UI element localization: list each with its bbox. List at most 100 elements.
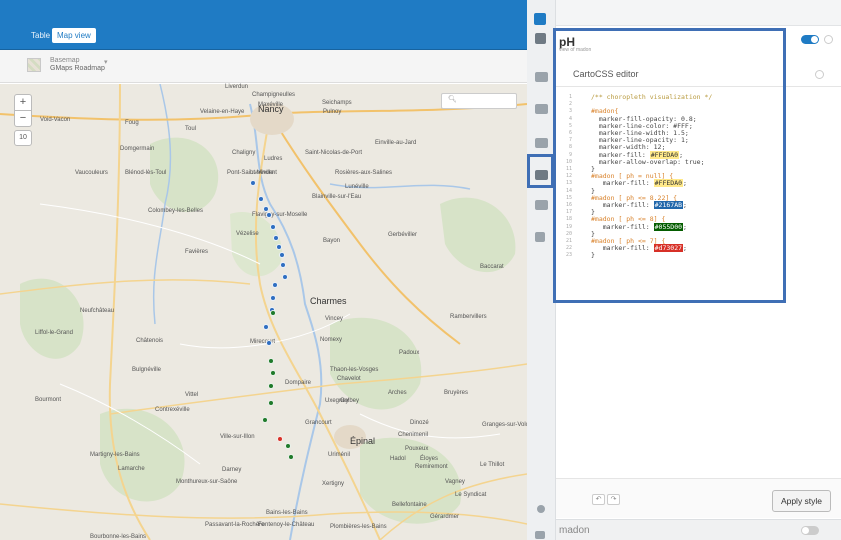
town-label: Foug bbox=[125, 120, 139, 126]
line-number: 4 bbox=[568, 115, 572, 122]
line-number: 10 bbox=[565, 158, 572, 165]
town-label: Blainville-sur-l'Eau bbox=[312, 194, 362, 200]
town-label: Gérardmer bbox=[430, 514, 460, 520]
town-label: Ludres bbox=[264, 156, 283, 162]
code-line: 22 marker-fill: #d73027; bbox=[556, 244, 841, 253]
color-swatch[interactable]: #055D00 bbox=[653, 222, 684, 231]
town-label: Uriménil bbox=[328, 452, 351, 458]
town-label: Seichamps bbox=[322, 100, 352, 106]
map-search-input[interactable]: 🔍︎ bbox=[441, 93, 517, 109]
town-label: Contrexéville bbox=[155, 407, 190, 413]
map-point[interactable] bbox=[276, 244, 282, 250]
map-point[interactable] bbox=[268, 358, 274, 364]
code-line: 13 marker-fill: #FFEDA0; bbox=[556, 179, 841, 188]
town-label: Saint-Nicolas-de-Port bbox=[305, 150, 363, 156]
top-bar: Table Map view bbox=[0, 0, 527, 50]
code-line: 16 marker-fill: #2167AB; bbox=[556, 201, 841, 209]
town-label: Toul bbox=[185, 126, 197, 132]
town-label: Einville-au-Jard bbox=[375, 140, 417, 146]
line-number: 8 bbox=[568, 144, 572, 151]
code-text: } bbox=[591, 251, 595, 260]
line-number: 15 bbox=[565, 194, 572, 201]
layer-number-icon[interactable] bbox=[535, 33, 546, 44]
line-number: 19 bbox=[565, 223, 572, 230]
sql-icon[interactable] bbox=[535, 72, 548, 82]
map-point[interactable] bbox=[262, 417, 268, 423]
code-text: marker-allow-overlap: true; bbox=[591, 157, 705, 166]
zoom-out-button[interactable]: − bbox=[14, 110, 32, 127]
redo-button[interactable]: ↷ bbox=[607, 494, 620, 505]
layer-options-icon[interactable] bbox=[824, 35, 833, 44]
town-label: Remiremont bbox=[415, 464, 448, 470]
line-number: 21 bbox=[565, 238, 572, 244]
map-point[interactable] bbox=[268, 383, 274, 389]
town-label: Fontenoy-le-Château bbox=[258, 522, 315, 528]
map-point[interactable] bbox=[270, 370, 276, 376]
help-icon[interactable] bbox=[537, 505, 545, 513]
apply-style-button[interactable]: Apply style bbox=[772, 490, 831, 512]
town-label: Chaligny bbox=[232, 150, 256, 156]
town-label: Nomexy bbox=[320, 337, 343, 343]
town-label: Bayon bbox=[323, 238, 341, 244]
town-label: Baccarat bbox=[480, 264, 504, 270]
map-point[interactable] bbox=[266, 340, 272, 346]
map-point[interactable] bbox=[285, 443, 291, 449]
basemap-selector[interactable]: Basemap GMaps Roadmap ▾ bbox=[0, 50, 527, 83]
color-swatch[interactable]: #FFEDA0 bbox=[653, 179, 684, 188]
add-layer-icon[interactable] bbox=[534, 13, 546, 25]
layer-icon[interactable] bbox=[535, 531, 545, 539]
town-label: Velaine-en-Haye bbox=[200, 109, 245, 115]
map-point[interactable] bbox=[258, 196, 264, 202]
zoom-in-button[interactable]: + bbox=[14, 94, 32, 111]
map-point[interactable] bbox=[270, 295, 276, 301]
css-icon[interactable] bbox=[535, 170, 548, 180]
town-label: Granges-sur-Vologne bbox=[482, 422, 527, 428]
town-label: Liverdun bbox=[225, 84, 249, 90]
next-layer-row[interactable]: madon bbox=[556, 519, 841, 540]
map-point[interactable] bbox=[282, 274, 288, 280]
town-label: Dompaire bbox=[285, 380, 312, 386]
undo-button[interactable]: ↶ bbox=[592, 494, 605, 505]
tab-map-view[interactable]: Map view bbox=[52, 28, 96, 43]
color-swatch[interactable]: #d73027 bbox=[653, 244, 684, 253]
town-label: Pouxeux bbox=[405, 446, 429, 452]
town-label: Padoux bbox=[399, 350, 420, 356]
map-point[interactable] bbox=[268, 400, 274, 406]
town-label: Flavigny-sur-Moselle bbox=[252, 212, 308, 218]
wizard-icon[interactable] bbox=[535, 104, 548, 114]
line-number: 5 bbox=[568, 122, 572, 129]
town-label: Domgermain bbox=[120, 146, 155, 152]
map-point[interactable] bbox=[279, 252, 285, 258]
town-label: Monthureux-sur-Saône bbox=[176, 479, 238, 485]
town-label: Bains-les-Bains bbox=[266, 510, 308, 516]
zoom-level: 10 bbox=[14, 130, 32, 146]
map-point[interactable] bbox=[288, 454, 294, 460]
town-label: Gerbéviller bbox=[388, 232, 418, 238]
legend-icon[interactable] bbox=[535, 200, 548, 210]
editor-close-icon[interactable] bbox=[815, 70, 824, 79]
next-layer-toggle[interactable] bbox=[801, 526, 819, 535]
line-number: 20 bbox=[565, 230, 572, 237]
basemap-thumbnail-icon bbox=[27, 58, 41, 72]
map-canvas[interactable]: + − 10 🔍︎ Nancy Toul Lunéville Épinal Charme… bbox=[0, 84, 527, 540]
infowindow-icon[interactable] bbox=[535, 138, 548, 148]
cartocss-code-editor[interactable]: 1/** choropleth visualization */2 3 #madon… bbox=[556, 94, 841, 284]
map-point[interactable] bbox=[277, 436, 283, 442]
layer-visibility-toggle[interactable] bbox=[801, 35, 819, 44]
color-swatch[interactable]: #2167AB bbox=[653, 201, 684, 209]
town-label: Vaucouleurs bbox=[75, 170, 108, 176]
code-line: 19 marker-fill: #055D00; bbox=[556, 222, 841, 231]
map-point[interactable] bbox=[280, 262, 286, 268]
map-point[interactable] bbox=[273, 235, 279, 241]
map-point[interactable] bbox=[250, 180, 256, 186]
map-point[interactable] bbox=[270, 224, 276, 230]
map-point[interactable] bbox=[272, 282, 278, 288]
town-label: Châtenois bbox=[136, 338, 164, 344]
map-point[interactable] bbox=[270, 310, 276, 316]
tab-table[interactable]: Table bbox=[26, 28, 55, 43]
map-point[interactable] bbox=[266, 212, 272, 218]
filters-icon[interactable] bbox=[535, 232, 545, 242]
line-number: 23 bbox=[565, 252, 572, 259]
map-point[interactable] bbox=[263, 324, 269, 330]
chevron-down-icon[interactable]: ▾ bbox=[104, 58, 108, 66]
